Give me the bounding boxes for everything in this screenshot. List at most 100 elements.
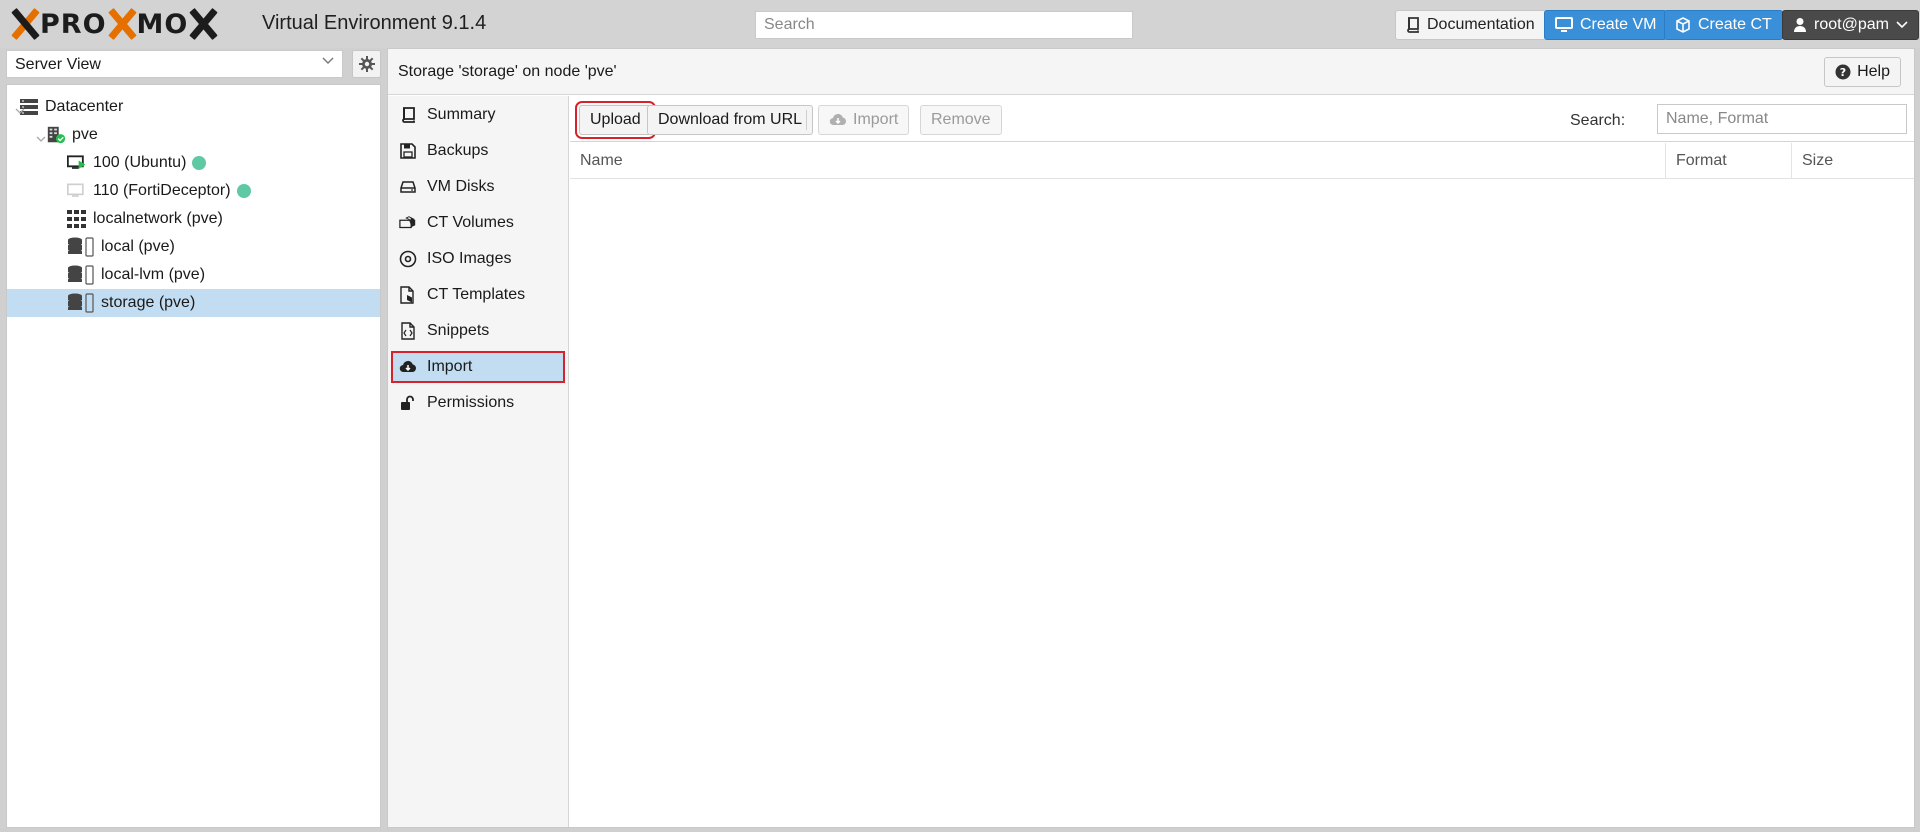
storage-content-panel: Storage 'storage' on node 'pve' ? Help S… <box>387 48 1915 828</box>
chevron-down-icon <box>1896 21 1908 29</box>
upload-label: Upload <box>590 111 641 128</box>
logo-x-mark <box>189 8 217 40</box>
nav-label: Permissions <box>427 394 515 411</box>
nav-label: Import <box>427 358 473 375</box>
nav-import[interactable]: Import <box>391 351 565 383</box>
page-title: Storage 'storage' on node 'pve' <box>398 63 617 80</box>
nav-backups[interactable]: Backups <box>391 135 565 167</box>
floppy-icon <box>399 142 417 160</box>
documentation-button[interactable]: Documentation <box>1395 10 1546 40</box>
logo-x-mark <box>108 8 136 40</box>
grid-header: Name Format Size <box>570 143 1914 179</box>
column-header-format[interactable]: Format <box>1666 143 1792 179</box>
create-ct-button[interactable]: Create CT <box>1664 10 1783 40</box>
tree-node-label: 100 (Ubuntu) <box>93 154 187 171</box>
tree-node-label: Datacenter <box>45 98 124 115</box>
svg-text:?: ? <box>1840 66 1846 79</box>
help-button[interactable]: ? Help <box>1824 57 1901 87</box>
toolbar-separator <box>806 110 807 130</box>
tree-node-vm-100[interactable]: 100 (Ubuntu) <box>7 149 380 177</box>
nav-ct-templates[interactable]: CT Templates <box>391 279 565 311</box>
bottom-border <box>0 828 1920 832</box>
help-label: Help <box>1857 63 1890 80</box>
chevron-down-icon <box>322 57 334 65</box>
nav-label: VM Disks <box>427 178 495 195</box>
download-from-url-button[interactable]: Download from URL <box>647 105 814 135</box>
upload-button[interactable]: Upload <box>575 101 656 139</box>
import-toolbar: Upload Download from URL Import Remove S… <box>570 96 1914 142</box>
import-button[interactable]: Import <box>818 105 910 135</box>
tree-node-storage-local[interactable]: local (pve) <box>7 233 380 261</box>
monitor-icon <box>1555 17 1573 33</box>
ct-volume-icon <box>399 214 417 232</box>
content-header: Storage 'storage' on node 'pve' ? Help <box>388 49 1914 95</box>
tree-node-datacenter[interactable]: Datacenter <box>7 93 380 121</box>
storage-subnav: Summary Backups VM Disks CT Volumes ISO … <box>388 96 569 827</box>
documentation-label: Documentation <box>1427 16 1535 33</box>
vm-stopped-icon <box>67 181 87 201</box>
tree-node-storage-local-lvm[interactable]: local-lvm (pve) <box>7 261 380 289</box>
tree-node-storage-storage[interactable]: storage (pve) <box>7 289 380 317</box>
question-circle-icon: ? <box>1835 64 1851 80</box>
storage-icon <box>67 293 95 313</box>
logo-x-mark <box>11 8 39 40</box>
column-label: Format <box>1676 152 1727 169</box>
nav-permissions[interactable]: Permissions <box>391 387 565 419</box>
gear-icon <box>358 56 375 72</box>
storage-icon <box>67 237 95 257</box>
logo-text-mid: MO <box>136 8 189 40</box>
ct-template-icon <box>399 286 417 304</box>
column-header-size[interactable]: Size <box>1792 143 1914 179</box>
top-bar: PRO MO Virtual Environment 9.1.4 Documen… <box>0 0 1920 48</box>
create-vm-button[interactable]: Create VM <box>1544 10 1668 40</box>
remove-button[interactable]: Remove <box>920 105 1002 135</box>
status-dot <box>236 184 251 198</box>
tree-node-label: local (pve) <box>101 238 175 255</box>
hdd-icon <box>399 178 417 196</box>
logo-text-left: PRO <box>40 8 107 40</box>
chevron-down-icon[interactable] <box>10 101 30 121</box>
column-header-name[interactable]: Name <box>570 143 1666 179</box>
code-file-icon <box>399 322 417 340</box>
nav-label: Summary <box>427 106 496 123</box>
grid-body-empty <box>570 180 1914 827</box>
tree-node-label: local-lvm (pve) <box>101 266 206 283</box>
create-ct-label: Create CT <box>1698 16 1772 33</box>
cube-icon <box>1675 17 1691 33</box>
tree-node-pve[interactable]: pve <box>7 121 380 149</box>
download-label: Download from URL <box>658 111 803 128</box>
storage-search-input[interactable] <box>1657 104 1907 134</box>
nav-snippets[interactable]: Snippets <box>391 315 565 347</box>
tree-settings-button[interactable] <box>352 50 381 78</box>
import-label: Import <box>853 111 899 128</box>
tree-node-localnetwork[interactable]: localnetwork (pve) <box>7 205 380 233</box>
nav-label: Backups <box>427 142 489 159</box>
create-vm-label: Create VM <box>1580 16 1657 33</box>
book-icon <box>1406 17 1420 33</box>
product-version: Virtual Environment 9.1.4 <box>262 12 487 34</box>
nav-summary[interactable]: Summary <box>391 99 565 131</box>
status-dot <box>192 156 207 170</box>
nav-iso-images[interactable]: ISO Images <box>391 243 565 275</box>
tree-node-vm-110[interactable]: 110 (FortiDeceptor) <box>7 177 380 205</box>
resource-tree-panel: Server View Datacenter pve 100 (Ubuntu) … <box>6 48 381 828</box>
nav-label: CT Volumes <box>427 214 514 231</box>
unlock-icon <box>399 394 417 412</box>
tree-node-label: 110 (FortiDeceptor) <box>93 182 231 199</box>
user-label: root@pam <box>1814 16 1889 33</box>
nav-ct-volumes[interactable]: CT Volumes <box>391 207 565 239</box>
nav-label: Snippets <box>427 322 490 339</box>
storage-icon <box>67 265 95 285</box>
vm-running-icon <box>67 153 87 173</box>
global-search-input[interactable] <box>755 11 1133 39</box>
nav-vm-disks[interactable]: VM Disks <box>391 171 565 203</box>
server-view-select[interactable]: Server View <box>6 50 343 78</box>
user-icon <box>1793 17 1807 33</box>
proxmox-logo: PRO MO <box>10 6 218 42</box>
nav-label: ISO Images <box>427 250 512 267</box>
user-menu-button[interactable]: root@pam <box>1782 10 1919 40</box>
disc-icon <box>399 250 417 268</box>
chevron-down-icon[interactable] <box>31 129 51 149</box>
tree-node-label: localnetwork (pve) <box>93 210 223 227</box>
remove-label: Remove <box>931 111 991 128</box>
